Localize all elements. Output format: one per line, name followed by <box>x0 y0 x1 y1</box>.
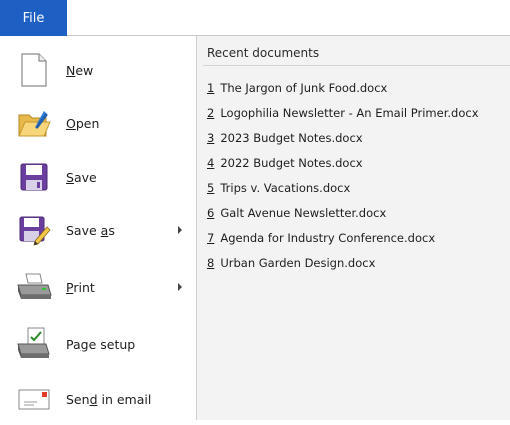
printer-icon <box>16 269 52 305</box>
recent-document-item[interactable]: 6 Galt Avenue Newsletter.docx <box>207 203 507 223</box>
divider <box>203 65 510 66</box>
menu-item-label: Send in email <box>66 391 152 407</box>
submenu-arrow-icon <box>178 226 182 234</box>
menu-item-save[interactable]: Save <box>0 151 196 203</box>
menu-item-label: Save <box>66 169 97 185</box>
recent-item-number: 7 <box>207 231 215 245</box>
menu-item-open[interactable]: Open <box>0 97 196 149</box>
menu-item-save-as[interactable]: Save as <box>0 204 196 256</box>
page-setup-icon <box>16 326 52 362</box>
new-document-icon <box>16 52 52 88</box>
top-bar: File <box>0 0 510 36</box>
menu-item-label: New <box>66 62 94 78</box>
submenu-arrow-icon <box>178 283 182 291</box>
recent-documents-pane: Recent documents 1 The Jargon of Junk Fo… <box>197 36 510 420</box>
recent-item-number: 1 <box>207 81 215 95</box>
recent-document-item[interactable]: 1 The Jargon of Junk Food.docx <box>207 78 507 98</box>
open-folder-icon <box>16 105 52 141</box>
menu-item-label: Open <box>66 115 100 131</box>
file-tab[interactable]: File <box>0 0 67 36</box>
recent-item-number: 4 <box>207 156 215 170</box>
recent-document-item[interactable]: 3 2023 Budget Notes.docx <box>207 128 507 148</box>
menu-item-label: Page setup <box>66 336 136 352</box>
recent-item-number: 5 <box>207 181 215 195</box>
menu-item-label: Save as <box>66 222 115 238</box>
recent-item-number: 3 <box>207 131 215 145</box>
recent-item-name: 2022 Budget Notes.docx <box>220 156 363 170</box>
menu-item-label: Print <box>66 279 95 295</box>
recent-item-number: 2 <box>207 106 215 120</box>
save-as-icon <box>16 212 52 248</box>
menu-item-new[interactable]: New <box>0 44 196 96</box>
recent-item-name: Urban Garden Design.docx <box>220 256 376 270</box>
recent-document-item[interactable]: 7 Agenda for Industry Conference.docx <box>207 228 507 248</box>
recent-document-item[interactable]: 2 Logophilia Newsletter - An Email Prime… <box>207 103 507 123</box>
recent-item-number: 8 <box>207 256 215 270</box>
recent-item-name: The Jargon of Junk Food.docx <box>220 81 388 95</box>
menu-item-print[interactable]: Print <box>0 261 196 313</box>
recent-item-name: 2023 Budget Notes.docx <box>220 131 363 145</box>
menu-item-page-setup[interactable]: Page setup <box>0 318 196 370</box>
recent-item-number: 6 <box>207 206 215 220</box>
recent-document-item[interactable]: 8 Urban Garden Design.docx <box>207 253 507 273</box>
recent-document-item[interactable]: 4 2022 Budget Notes.docx <box>207 153 507 173</box>
recent-documents-title: Recent documents <box>207 46 320 60</box>
file-menu: New Open Save Save as Print Page setup S… <box>0 36 197 420</box>
email-envelope-icon <box>16 381 52 417</box>
menu-item-send-in-email[interactable]: Send in email <box>0 373 196 425</box>
recent-item-name: Trips v. Vacations.docx <box>220 181 351 195</box>
recent-item-name: Galt Avenue Newsletter.docx <box>220 206 387 220</box>
floppy-disk-icon <box>16 159 52 195</box>
recent-document-item[interactable]: 5 Trips v. Vacations.docx <box>207 178 507 198</box>
recent-item-name: Agenda for Industry Conference.docx <box>220 231 436 245</box>
recent-item-name: Logophilia Newsletter - An Email Primer.… <box>220 106 479 120</box>
